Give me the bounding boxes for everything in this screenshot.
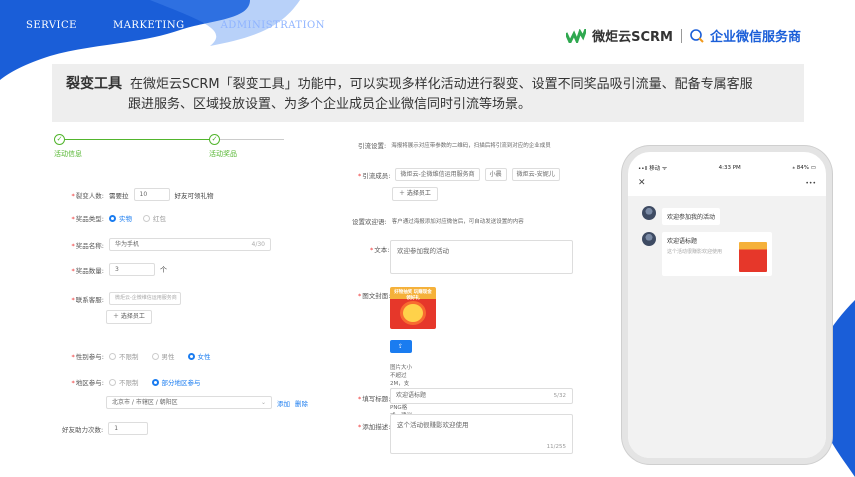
prize-type-row: *奖品类型: 实物 红包 (71, 213, 166, 223)
contact-row: *联系客服: 微炬云-企微维信运用服务商 (70, 292, 181, 305)
welcome-set-desc: 客户通过海报添加对应微信后，可自动发送设置的内容 (391, 219, 524, 225)
desc-text-area[interactable]: 这个活动很赚影欢迎使用 11/255 (390, 414, 573, 454)
card-thumbnail (739, 242, 767, 272)
service-provider-icon (690, 28, 704, 43)
prize-name-label: 奖品名称: (75, 241, 104, 250)
step-1-check-icon: ✓ (54, 134, 65, 145)
welcome-set-label: 设置欢迎语: (352, 218, 387, 226)
banner-title: 裂变工具 (66, 76, 122, 92)
desc-counter: 11/255 (546, 444, 566, 450)
brand-separator (680, 28, 682, 43)
gender-unlimited-radio[interactable]: 不限制 (109, 351, 139, 361)
invite-pre: 需要拉 (109, 191, 129, 200)
member-tag-3[interactable]: 微炬云-安妮儿 (511, 168, 560, 181)
top-nav: SERVICE MARKETING ADMINISTRATION (26, 20, 325, 31)
contact-label: 联系客服: (75, 295, 104, 304)
prize-qty-row: *奖品数量: 3 个 (70, 263, 167, 276)
prize-qty-label: 奖品数量: (75, 266, 104, 275)
member-select-employee-button[interactable]: ＋ 选择员工 (392, 187, 438, 201)
feature-banner: 裂变工具 在微炬云SCRM「裂变工具」功能中，可以实现多样化活动进行裂变、设置不同… (52, 64, 804, 122)
invite-post: 好友可领礼物 (174, 191, 214, 200)
phone-chat-area: 欢迎参加我的活动 欢迎语标题 这个活动很赚影欢迎使用 (628, 196, 826, 458)
assist-row: 好友助力次数: 1 (62, 422, 149, 435)
nav-marketing[interactable]: MARKETING (113, 20, 185, 31)
title-counter: 5/32 (553, 393, 566, 399)
region-unlimited-radio[interactable]: 不限制 (109, 377, 139, 387)
phone-preview: ••ll 移动 ᯤ 4:33 PM ⁎ 84% ▭ ✕ ••• 欢迎参加我的活动… (622, 146, 832, 464)
member-tag-1[interactable]: 微炬云-企微维信运用服务商 (395, 168, 480, 181)
region-add-link[interactable]: 添加 (277, 398, 290, 408)
region-row: *地区参与: 不限制 部分地区参与 (71, 377, 201, 387)
more-icon[interactable]: ••• (805, 180, 816, 187)
chat-link-card[interactable]: 欢迎语标题 这个活动很赚影欢迎使用 (662, 232, 772, 276)
phone-time: 4:33 PM (718, 165, 741, 171)
sender-avatar-1 (642, 206, 656, 220)
prize-qty-unit: 个 (160, 265, 167, 274)
brand-service: 企业微信服务商 (709, 30, 801, 45)
contact-select-employee-button[interactable]: ＋ 选择员工 (106, 310, 152, 324)
region-partial-radio[interactable]: 部分地区参与 (151, 377, 201, 387)
invite-count-input[interactable]: 10 (133, 188, 170, 201)
prize-name-counter: 4/30 (251, 241, 265, 248)
member-tag-2[interactable]: 小晨 (484, 168, 507, 181)
phone-carrier: ••ll 移动 ᯤ (638, 166, 668, 172)
title-label: 填写标题: (362, 395, 391, 403)
qr-setting-label: 引流设置: (358, 142, 387, 150)
prize-name-row: *奖品名称: 华为手机 4/30 (70, 238, 271, 251)
step-2-label[interactable]: 活动奖品 (209, 149, 237, 159)
banner-line2: 跟进服务、区域投放设置、为多个企业成员企业微信同时引流等场景。 (128, 97, 532, 112)
brand-logo: 微炬云SCRM 企业微信服务商 (566, 26, 801, 45)
phone-battery: ⁎ 84% ▭ (792, 165, 816, 171)
prize-name-input[interactable]: 华为手机 4/30 (109, 238, 271, 251)
nav-service[interactable]: SERVICE (26, 20, 77, 31)
chevron-down-icon: ⌄ (260, 399, 266, 406)
cover-label: 图文封面: (362, 292, 391, 300)
chat-bubble-text: 欢迎参加我的活动 (662, 208, 721, 225)
nav-administration[interactable]: ADMINISTRATION (221, 20, 325, 31)
banner-line1: 在微炬云SCRM「裂变工具」功能中，可以实现多样化活动进行裂变、设置不同奖品吸引… (130, 77, 753, 92)
sender-avatar-2 (642, 232, 656, 246)
step-2-check-icon: ✓ (209, 134, 220, 145)
region-delete-link[interactable]: 删除 (295, 398, 308, 408)
reupload-button[interactable]: ⇪ 重新上传 (390, 340, 412, 402)
assist-count-input[interactable]: 1 (108, 422, 149, 435)
phone-top-bar: ✕ ••• (628, 176, 826, 190)
contact-select[interactable]: 微炬云-企微维信运用服务商 (109, 292, 181, 305)
prize-type-label: 奖品类型: (75, 215, 104, 223)
prize-type-redpacket-radio[interactable]: 红包 (143, 213, 166, 223)
region-cascader[interactable]: 北京市 / 市辖区 / 朝阳区 ⌄ (106, 396, 272, 409)
qr-setting-desc: 海报将展示对应带参数的二维码，扫描后将引流到对应的企业成员 (391, 143, 551, 149)
assist-label: 好友助力次数: (62, 425, 104, 434)
close-icon[interactable]: ✕ (638, 178, 646, 188)
poster-text: 好物抽奖 玩赚现金领好礼 (394, 290, 432, 301)
poster-coin-icon (403, 304, 423, 322)
gender-male-radio[interactable]: 男性 (151, 351, 175, 361)
region-label: 地区参与: (75, 379, 104, 387)
brand-mark-icon (566, 28, 587, 43)
brand-name: 微炬云SCRM (592, 30, 673, 45)
invite-label: 裂变人数: (75, 191, 104, 200)
title-input[interactable]: 欢迎语标题 5/32 (390, 388, 573, 404)
welcome-text-area[interactable]: 欢迎参加我的活动 (390, 240, 573, 274)
step-progress-line (64, 139, 284, 140)
invite-row: *裂变人数: 需要拉 10 好友可领礼物 (70, 188, 214, 201)
prize-type-physical-radio[interactable]: 实物 (109, 213, 132, 223)
gender-row: *性别参与: 不限制 男性 女性 (71, 351, 211, 361)
text-label: 文本: (374, 246, 390, 254)
gender-label: 性别参与: (75, 353, 104, 361)
member-label: 引流成员: (362, 171, 391, 180)
step-1-label[interactable]: 活动信息 (54, 149, 82, 159)
prize-qty-input[interactable]: 3 (109, 263, 155, 276)
phone-status-bar: ••ll 移动 ᯤ 4:33 PM ⁎ 84% ▭ (628, 160, 826, 176)
gender-female-radio[interactable]: 女性 (187, 351, 211, 361)
cover-poster-image: 好物抽奖 玩赚现金领好礼 (390, 287, 436, 329)
desc-label: 添加描述: (362, 423, 391, 431)
